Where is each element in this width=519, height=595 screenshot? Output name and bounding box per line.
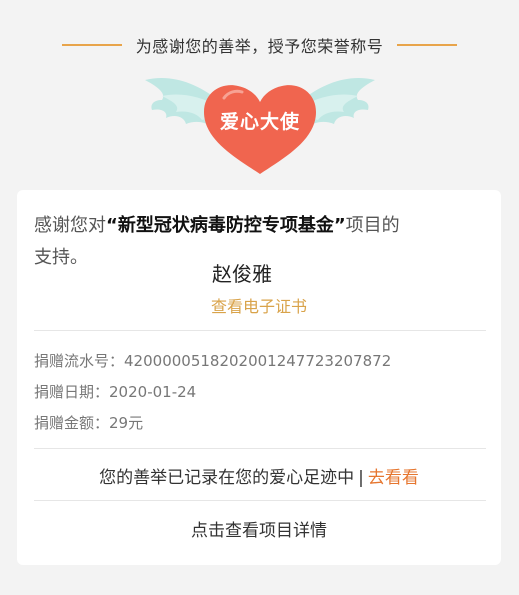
honor-line-left bbox=[61, 44, 122, 46]
footprint-text: 您的善举已记录在您的爱心足迹中 bbox=[99, 468, 355, 488]
divider bbox=[34, 330, 486, 331]
donation-serial-row: 捐赠流水号：4200000518202001247723207872 bbox=[34, 350, 391, 371]
donation-date-value: 2020-01-24 bbox=[109, 383, 197, 401]
donation-certificate-page: 为感谢您的善举，授予您荣誉称号 爱心大使 感谢您对“新型冠状病毒防控专项基金”项… bbox=[0, 0, 519, 595]
honor-line-right bbox=[397, 44, 458, 46]
divider bbox=[34, 500, 486, 501]
donation-date-label: 捐赠日期： bbox=[34, 383, 110, 401]
donation-serial-label: 捐赠流水号： bbox=[34, 352, 125, 370]
project-suffix-2: 支持。 bbox=[34, 247, 88, 268]
project-suffix: 项目的 bbox=[345, 215, 400, 236]
donation-amount-label: 捐赠金额： bbox=[34, 414, 110, 432]
donation-amount-row: 捐赠金额：29元 bbox=[34, 412, 143, 433]
badge-label: 爱心大使 bbox=[219, 111, 300, 133]
go-see-link[interactable]: 去看看 bbox=[368, 468, 419, 488]
donor-name: 赵俊雅 bbox=[212, 262, 272, 286]
love-footprint-row: 您的善举已记录在您的爱心足迹中 | 去看看 bbox=[17, 463, 501, 488]
project-prefix: 感谢您对 bbox=[34, 215, 106, 236]
honor-text: 为感谢您的善举，授予您荣誉称号 bbox=[135, 37, 384, 56]
view-project-details-button[interactable]: 点击查看项目详情 bbox=[17, 516, 501, 541]
donation-date-row: 捐赠日期：2020-01-24 bbox=[34, 381, 196, 402]
donation-card: 感谢您对“新型冠状病毒防控专项基金”项目的 支持。 赵俊雅 查看电子证书 捐赠流… bbox=[17, 190, 501, 565]
view-certificate-link[interactable]: 查看电子证书 bbox=[17, 293, 501, 317]
footprint-separator: | bbox=[358, 468, 364, 488]
love-ambassador-badge: 爱心大使 bbox=[140, 62, 380, 180]
donation-amount-value: 29元 bbox=[109, 414, 144, 432]
project-name: “新型冠状病毒防控专项基金” bbox=[106, 215, 346, 236]
divider bbox=[34, 448, 486, 449]
donation-serial-value: 4200000518202001247723207872 bbox=[124, 352, 392, 370]
honor-header: 为感谢您的善举，授予您荣誉称号 bbox=[0, 30, 519, 60]
